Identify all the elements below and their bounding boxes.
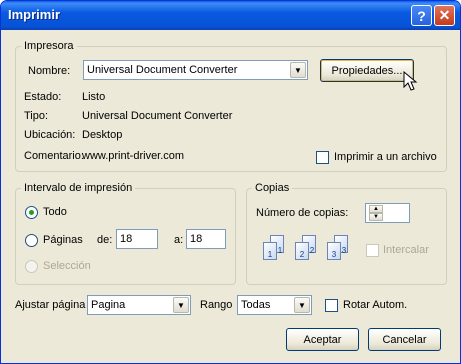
location-label: Ubicación: [24, 129, 76, 141]
properties-button[interactable]: Propiedades... [320, 59, 414, 82]
auto-rotate-checkbox[interactable] [325, 299, 338, 312]
window-title: Imprimir [8, 7, 61, 22]
range-selection-label: Selección [43, 260, 91, 272]
mouse-cursor-icon [403, 71, 418, 91]
status-label: Estado: [24, 91, 62, 103]
close-icon: ✕ [438, 7, 451, 23]
print-range-legend: Intervalo de impresión [24, 182, 133, 194]
copies-count-label: Número de copias: [256, 207, 349, 219]
range-from-input[interactable]: 18 [116, 229, 158, 249]
print-to-file-label[interactable]: Imprimir a un archivo [334, 151, 437, 163]
comment-value: www.print-driver.com [82, 150, 185, 162]
printer-name-value: Universal Document Converter [87, 64, 238, 76]
auto-rotate-label[interactable]: Rotar Autom. [343, 299, 407, 311]
page-number: 2 [309, 246, 315, 255]
page-number: 3 [341, 246, 347, 255]
close-button[interactable]: ✕ [434, 5, 455, 26]
printer-group-legend: Impresora [24, 40, 74, 52]
range-pages-label[interactable]: Páginas [43, 234, 83, 246]
page-range-select[interactable]: Todas ▼ [237, 295, 312, 315]
range-selection-radio[interactable] [25, 260, 38, 273]
status-value: Listo [82, 91, 106, 103]
print-to-file-checkbox[interactable] [316, 151, 329, 164]
chevron-down-icon[interactable]: ▼ [290, 62, 306, 78]
range-to-input[interactable]: 18 [186, 229, 226, 249]
copies-group: Copias [246, 182, 447, 285]
printer-name-label: Nombre: [28, 65, 71, 77]
fit-page-select[interactable]: Pagina ▼ [87, 295, 191, 315]
range-from-value: 18 [120, 233, 133, 245]
help-icon: ? [417, 7, 426, 24]
cancel-button[interactable]: Cancelar [368, 328, 441, 351]
range-to-label: a: [174, 234, 184, 246]
fit-page-value: Pagina [91, 299, 126, 311]
range-from-label: de: [97, 234, 113, 246]
range-pages-radio[interactable] [25, 234, 38, 247]
ok-button[interactable]: Aceptar [286, 328, 359, 351]
help-button[interactable]: ? [411, 5, 432, 26]
print-dialog: Imprimir ? ✕ Impresora Nombre: Universal… [0, 0, 461, 364]
copies-legend: Copias [255, 182, 290, 194]
collate-checkbox[interactable] [366, 244, 379, 257]
chevron-down-icon[interactable]: ▼ [173, 297, 189, 313]
printer-name-select[interactable]: Universal Document Converter ▼ [83, 60, 308, 80]
chevron-down-icon[interactable]: ▼ [294, 297, 310, 313]
type-value: Universal Document Converter [82, 110, 233, 122]
range-all-label[interactable]: Todo [43, 206, 67, 218]
range-all-radio[interactable] [25, 206, 38, 219]
page-range-label: Rango [200, 299, 233, 311]
location-value: Desktop [82, 129, 123, 141]
page-range-value: Todas [241, 299, 271, 311]
page-number: 1 [277, 246, 283, 255]
spin-down-icon[interactable]: ▼ [369, 213, 383, 221]
spin-up-icon[interactable]: ▲ [369, 205, 383, 213]
fit-page-label: Ajustar página [15, 299, 86, 311]
collate-label: Intercalar [383, 244, 429, 256]
title-bar[interactable]: Imprimir ? ✕ [1, 1, 460, 30]
range-to-value: 18 [190, 233, 203, 245]
comment-label: Comentario: [24, 150, 84, 162]
type-label: Tipo: [24, 110, 49, 122]
copies-count-input[interactable]: 1 ▲ ▼ [365, 203, 410, 223]
